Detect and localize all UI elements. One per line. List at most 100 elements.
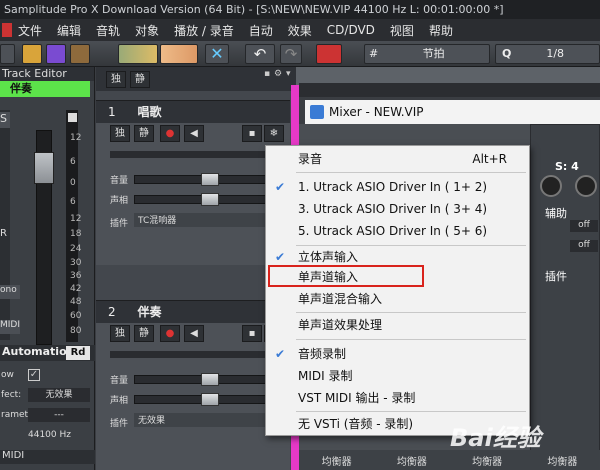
volume-fader-knob[interactable] bbox=[34, 152, 54, 184]
track-name[interactable]: 唱歌 bbox=[137, 105, 161, 119]
mono-button[interactable]: ono bbox=[0, 285, 20, 299]
menu-item-midi-record[interactable]: MIDI 录制 bbox=[266, 365, 529, 387]
midi-section-label: MIDI bbox=[0, 450, 95, 464]
automation-row-1: fect: 无效果 bbox=[0, 388, 95, 404]
menu-object[interactable]: 对象 bbox=[135, 22, 159, 39]
menu-item-input-1[interactable]: ✔ 1. Utrack ASIO Driver In ( 1+ 2) bbox=[266, 176, 529, 198]
undo-icon[interactable]: ↶ bbox=[245, 44, 275, 64]
aux-send-off[interactable]: off bbox=[570, 220, 598, 232]
pan-slider[interactable] bbox=[134, 193, 284, 206]
gear-icon[interactable]: ⚙ bbox=[274, 69, 282, 79]
solo-button[interactable]: 独 bbox=[110, 325, 130, 342]
menu-help[interactable]: 帮助 bbox=[429, 22, 453, 39]
insert-slot[interactable]: TC混响器 bbox=[134, 213, 284, 227]
mixer-knob[interactable] bbox=[575, 175, 597, 197]
side-button-r[interactable]: R bbox=[0, 228, 10, 239]
menu-item-label: 单声道效果处理 bbox=[298, 318, 383, 332]
insert-slot[interactable]: 无效果 bbox=[134, 413, 284, 427]
volume-slider-knob[interactable] bbox=[201, 173, 219, 186]
menu-automation[interactable]: 自动 bbox=[249, 22, 273, 39]
menu-item-label: 1. Utrack ASIO Driver In ( 1+ 2) bbox=[298, 180, 488, 194]
save-icon[interactable] bbox=[46, 44, 66, 64]
solo-all-button[interactable]: 独 bbox=[106, 71, 126, 88]
quantize-dropdown[interactable]: Q 1/8 bbox=[495, 44, 600, 64]
menu-file[interactable]: 文件 bbox=[18, 22, 42, 39]
snap-dropdown[interactable]: # 节拍 bbox=[364, 44, 490, 64]
mixer-x-icon[interactable]: ✕ bbox=[205, 44, 229, 64]
automation-checkbox[interactable]: ✓ bbox=[28, 369, 40, 381]
curve-tool-icon[interactable] bbox=[118, 44, 158, 64]
menu-item-record[interactable]: 录音 Alt+R bbox=[266, 148, 529, 170]
volume-slider[interactable] bbox=[134, 173, 284, 186]
mixer-knob[interactable] bbox=[540, 175, 562, 197]
volume-slider[interactable] bbox=[134, 373, 284, 386]
mixer-eq-bar: 均衡器 均衡器 均衡器 均衡器 bbox=[299, 450, 600, 470]
menu-item-mono-mix-input[interactable]: 单声道混合输入 bbox=[266, 288, 529, 310]
mixer-title-bar[interactable]: Mixer - NEW.VIP bbox=[305, 100, 600, 124]
menu-view[interactable]: 视图 bbox=[390, 22, 414, 39]
lock-icon[interactable]: ▪ bbox=[242, 125, 262, 142]
pan-slider-knob[interactable] bbox=[201, 193, 219, 206]
lock-icon[interactable]: ▪ bbox=[242, 325, 262, 342]
pan-slider[interactable] bbox=[134, 393, 284, 406]
save-all-icon[interactable] bbox=[70, 44, 90, 64]
menu-effects[interactable]: 效果 bbox=[288, 22, 312, 39]
speaker-icon[interactable] bbox=[68, 113, 77, 122]
automation-effect-value[interactable]: 无效果 bbox=[28, 388, 90, 402]
menu-separator bbox=[296, 339, 526, 340]
level-meter bbox=[66, 110, 78, 342]
lock-icon[interactable]: ▪ bbox=[264, 69, 270, 79]
menu-item-label: 无 VSTi (音频 - 录制) bbox=[298, 417, 414, 431]
monitor-icon[interactable]: ◀ bbox=[184, 325, 204, 342]
track-name-field[interactable]: 伴奏 bbox=[0, 81, 90, 97]
menu-play-record[interactable]: 播放 / 录音 bbox=[174, 22, 234, 39]
mute-button[interactable]: 静 bbox=[134, 125, 154, 142]
menu-separator bbox=[296, 172, 526, 173]
midi-button[interactable]: MIDI bbox=[0, 320, 20, 334]
automation-parameter-value[interactable]: --- bbox=[28, 408, 90, 422]
mute-button[interactable]: 静 bbox=[134, 325, 154, 342]
menu-edit[interactable]: 编辑 bbox=[57, 22, 81, 39]
freeze-icon[interactable]: ❄ bbox=[264, 125, 284, 142]
redo-icon[interactable]: ↷ bbox=[280, 44, 302, 64]
solo-button[interactable]: 独 bbox=[110, 125, 130, 142]
eq-label[interactable]: 均衡器 bbox=[472, 453, 502, 468]
side-button-s[interactable]: S bbox=[0, 112, 10, 128]
menu-item-label: 单声道混合输入 bbox=[298, 292, 383, 306]
eq-label[interactable]: 均衡器 bbox=[322, 453, 352, 468]
scale-tick: 12 bbox=[70, 214, 82, 224]
record-button[interactable]: ● bbox=[160, 125, 180, 142]
magnet-icon[interactable] bbox=[316, 44, 342, 64]
scale-tick: 48 bbox=[70, 297, 82, 307]
plugin-label: 插件 bbox=[545, 270, 567, 283]
aux-send-off[interactable]: off bbox=[570, 240, 598, 252]
eq-label[interactable]: 均衡器 bbox=[397, 453, 427, 468]
scale-tick: 36 bbox=[70, 271, 82, 281]
menu-item-mono-fx[interactable]: 单声道效果处理 bbox=[266, 314, 529, 336]
track-2[interactable]: 2 伴奏 独 静 ● ◀ ▪ ❄ 音量 声相 插件 无效果 bbox=[96, 300, 290, 470]
menu-cddvd[interactable]: CD/DVD bbox=[327, 23, 375, 37]
menu-item-vst-midi-record[interactable]: VST MIDI 输出 - 录制 bbox=[266, 387, 529, 409]
record-button[interactable]: ● bbox=[160, 325, 180, 342]
volume-slider-knob[interactable] bbox=[201, 373, 219, 386]
chevron-down-icon[interactable]: ▾ bbox=[286, 69, 291, 79]
open-folder-icon[interactable] bbox=[22, 44, 42, 64]
track-1[interactable]: 1 唱歌 独 静 ● ◀ ▪ ❄ 音量 声相 插件 TC混响器 bbox=[96, 100, 290, 265]
menu-item-input-3[interactable]: 3. Utrack ASIO Driver In ( 3+ 4) bbox=[266, 198, 529, 220]
volume-label: 音量 bbox=[110, 376, 129, 386]
menu-item-input-5[interactable]: 5. Utrack ASIO Driver In ( 5+ 6) bbox=[266, 220, 529, 242]
menu-separator bbox=[296, 312, 526, 313]
automation-mode[interactable]: Rd bbox=[66, 346, 90, 360]
timeline-ruler[interactable] bbox=[299, 83, 600, 97]
new-icon[interactable] bbox=[0, 44, 15, 64]
sample-rate-value: 44100 Hz bbox=[28, 430, 71, 440]
track-name[interactable]: 伴奏 bbox=[137, 305, 161, 319]
menu-item-audio-record[interactable]: ✔ 音频录制 bbox=[266, 343, 529, 365]
pan-slider-knob[interactable] bbox=[201, 393, 219, 406]
app-icon[interactable] bbox=[2, 23, 12, 37]
fade-tool-icon[interactable] bbox=[160, 44, 198, 64]
mute-all-button[interactable]: 静 bbox=[130, 71, 150, 88]
menu-track[interactable]: 音轨 bbox=[96, 22, 120, 39]
eq-label[interactable]: 均衡器 bbox=[547, 453, 577, 468]
monitor-icon[interactable]: ◀ bbox=[184, 125, 204, 142]
